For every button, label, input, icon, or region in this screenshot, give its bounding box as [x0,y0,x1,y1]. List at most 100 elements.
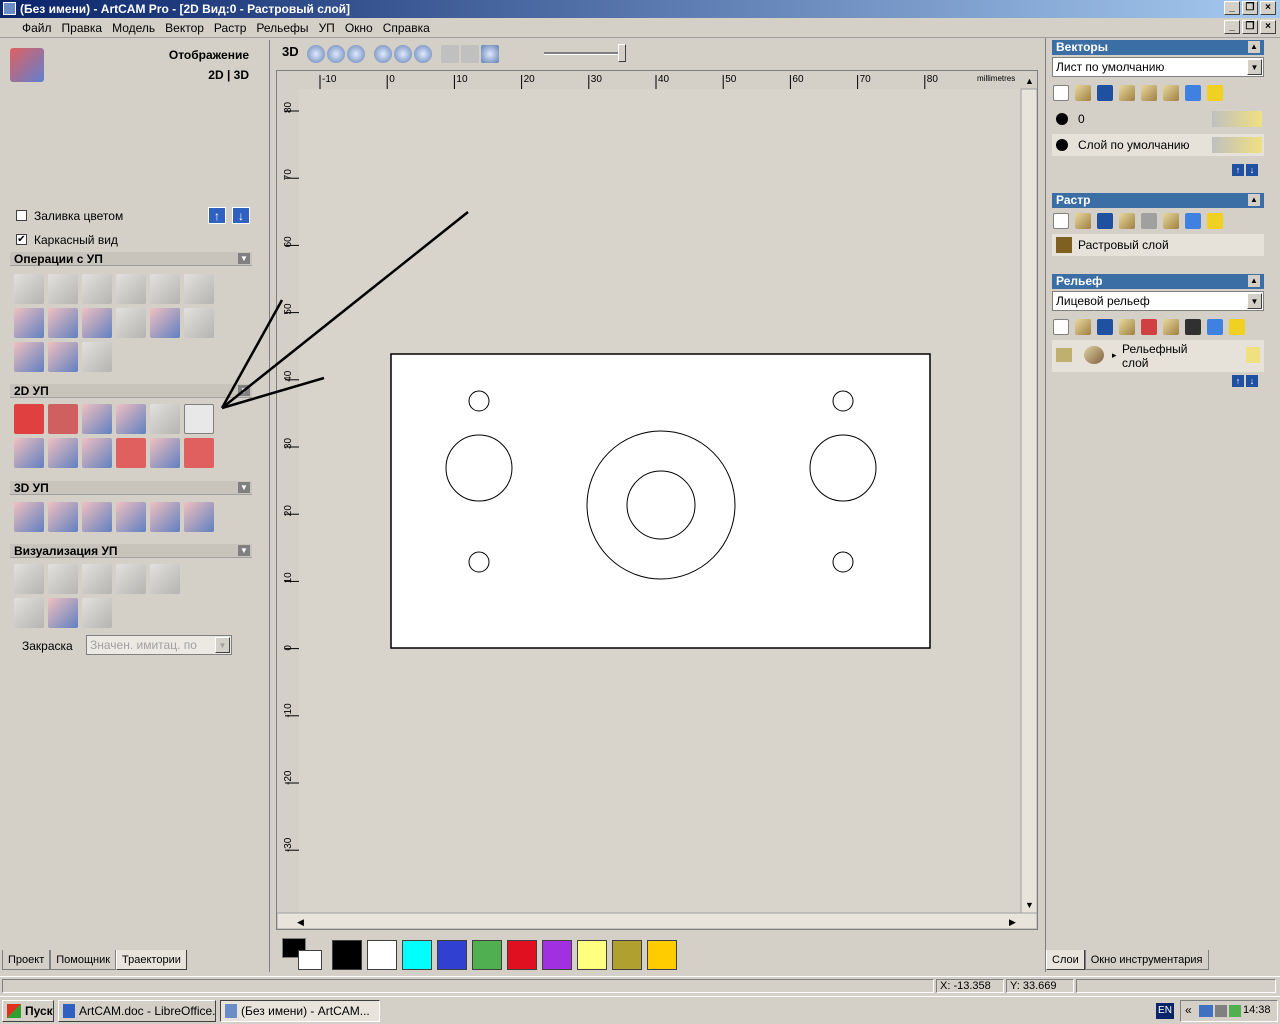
toolpath-3d-icon[interactable] [116,502,146,532]
material-sheet[interactable] [390,353,931,649]
toolpath-op-icon[interactable] [82,274,112,304]
toolpath-op-icon[interactable] [82,308,112,338]
vector-layer-row[interactable]: Слой по умолчанию [1052,134,1264,156]
simulation-icon[interactable] [14,598,44,628]
move-down-icon[interactable]: ↓ [1246,164,1258,176]
language-indicator[interactable]: EN [1156,1003,1174,1019]
new-layer-icon[interactable] [1053,85,1069,101]
scroll-down-icon[interactable]: ▼ [1025,900,1034,910]
minimize-button[interactable]: _ [1224,1,1240,15]
camera-icon[interactable] [1185,319,1201,335]
chevron-down-icon[interactable]: ▼ [215,637,230,653]
shading-select[interactable]: Значен. имитац. по ▼ [86,635,232,655]
import-icon[interactable] [1119,319,1135,335]
toolpath-op-icon[interactable] [48,274,78,304]
simulation-icon[interactable] [150,564,180,594]
color-swatch[interactable] [332,940,362,970]
collapse-icon[interactable]: ▲ [1248,41,1260,53]
collapse-icon[interactable]: ▼ [238,482,250,493]
toolpath-3d-icon[interactable] [82,502,112,532]
wireframe-checkbox[interactable]: ✔ [16,234,27,245]
scroll-right-icon[interactable]: ▶ [1009,917,1016,927]
toolpath-op-icon[interactable] [150,274,180,304]
zoom-window-icon[interactable] [347,45,365,63]
image-icon[interactable] [1163,213,1179,229]
toolpath-op-icon[interactable] [116,274,146,304]
doc-minimize-button[interactable]: _ [1224,20,1240,34]
toolpath-3d-icon[interactable] [184,502,214,532]
toolpath-op-icon[interactable] [14,308,44,338]
restore-button[interactable]: ❐ [1242,1,1258,15]
scroll-left-icon[interactable]: ◀ [297,917,304,927]
color-swatch[interactable] [437,940,467,970]
simulation-icon[interactable] [48,598,78,628]
3d-view-button[interactable]: 3D [282,44,299,59]
engrave-icon[interactable] [150,404,180,434]
import-icon[interactable] [1119,213,1135,229]
lightbulb-icon[interactable] [1163,319,1179,335]
layer-lock-pen-bulb-icons[interactable] [1212,111,1262,127]
vectors-header[interactable]: Векторы ▲ [1052,40,1264,55]
collapse-icon[interactable]: ▼ [238,385,250,396]
toolpath-op-icon[interactable] [82,438,112,468]
collapse-icon[interactable]: ▼ [238,545,250,556]
chamfer-icon[interactable] [116,404,146,434]
tab-assistant[interactable]: Помощник [50,950,117,970]
collapse-icon[interactable]: ▲ [1248,194,1260,206]
drawing-canvas[interactable]: -10 0 10 20 30 40 50 60 70 80 80 70 60 50 40 30 20 10 0 -1… [277,71,1037,929]
toolpath-op-icon[interactable] [184,308,214,338]
color-swatch[interactable] [507,940,537,970]
background-color[interactable] [298,950,322,970]
grid-icon[interactable] [461,45,479,63]
zoom-extents-icon[interactable] [374,45,392,63]
collapse-icon[interactable]: ▼ [238,253,250,264]
combine-icon[interactable] [1141,319,1157,335]
relief-select[interactable]: Лицевой рельеф ▼ [1052,291,1264,311]
lightbulb-icon[interactable] [1141,85,1157,101]
relief-header[interactable]: Рельеф ▲ [1052,274,1264,289]
drilling-icon[interactable] [184,404,214,434]
color-swatch[interactable] [577,940,607,970]
menu-model[interactable]: Модель [107,18,160,38]
menu-vector[interactable]: Вектор [160,18,209,38]
toolpath-op-icon[interactable] [48,342,78,372]
menu-toolpaths[interactable]: УП [314,18,340,38]
tab-toolpaths[interactable]: Траектории [116,950,187,970]
layer-color-icon[interactable] [1056,113,1068,125]
network-icon[interactable] [1199,1005,1213,1017]
expand-arrow-icon[interactable]: ▸ [1112,350,1117,361]
menu-file[interactable]: Файл [0,18,57,38]
close-button[interactable]: × [1260,1,1276,15]
delete-icon[interactable] [1207,319,1223,335]
toolpath-3d-icon[interactable] [150,502,180,532]
section-2d-header[interactable]: 2D УП ▼ [10,384,252,398]
lightbulb-icon[interactable] [1246,347,1260,363]
tray-app-icon[interactable] [1229,1005,1241,1017]
raster-header[interactable]: Растр ▲ [1052,193,1264,208]
move-up-icon[interactable]: ↑ [1232,375,1244,387]
move-up-icon[interactable]: ↑ [1232,164,1244,176]
vertical-scrollbar[interactable] [1020,88,1037,914]
toolpath-op-icon[interactable] [14,274,44,304]
pan-icon[interactable] [414,45,432,63]
toolpath-op-icon[interactable] [48,308,78,338]
tab-toolbox[interactable]: Окно инструментария [1084,950,1209,970]
move-down-icon[interactable]: ↓ [1246,375,1258,387]
section-visualization-header[interactable]: Визуализация УП ▼ [10,544,252,558]
simulation-icon[interactable] [116,564,146,594]
vector-sheet-select[interactable]: Лист по умолчанию ▼ [1052,57,1264,77]
current-colors[interactable] [282,938,322,970]
toolpath-op-icon[interactable] [184,274,214,304]
chevron-down-icon[interactable]: ▼ [1247,293,1262,309]
new-layer-icon[interactable] [1053,213,1069,229]
taskbar-item-artcam[interactable]: (Без имени) - ArtCAM... [220,1000,380,1022]
section-operations-header[interactable]: Операции с УП ▼ [10,252,252,266]
delete-icon[interactable] [1185,213,1201,229]
up-arrow-icon[interactable]: ↑ [208,207,226,224]
arrow-left-icon[interactable] [481,45,499,63]
save-icon[interactable] [1097,213,1113,229]
layer-color-icon[interactable] [1056,139,1068,151]
snap-icon[interactable] [441,45,459,63]
open-icon[interactable] [1075,85,1091,101]
color-swatch[interactable] [367,940,397,970]
